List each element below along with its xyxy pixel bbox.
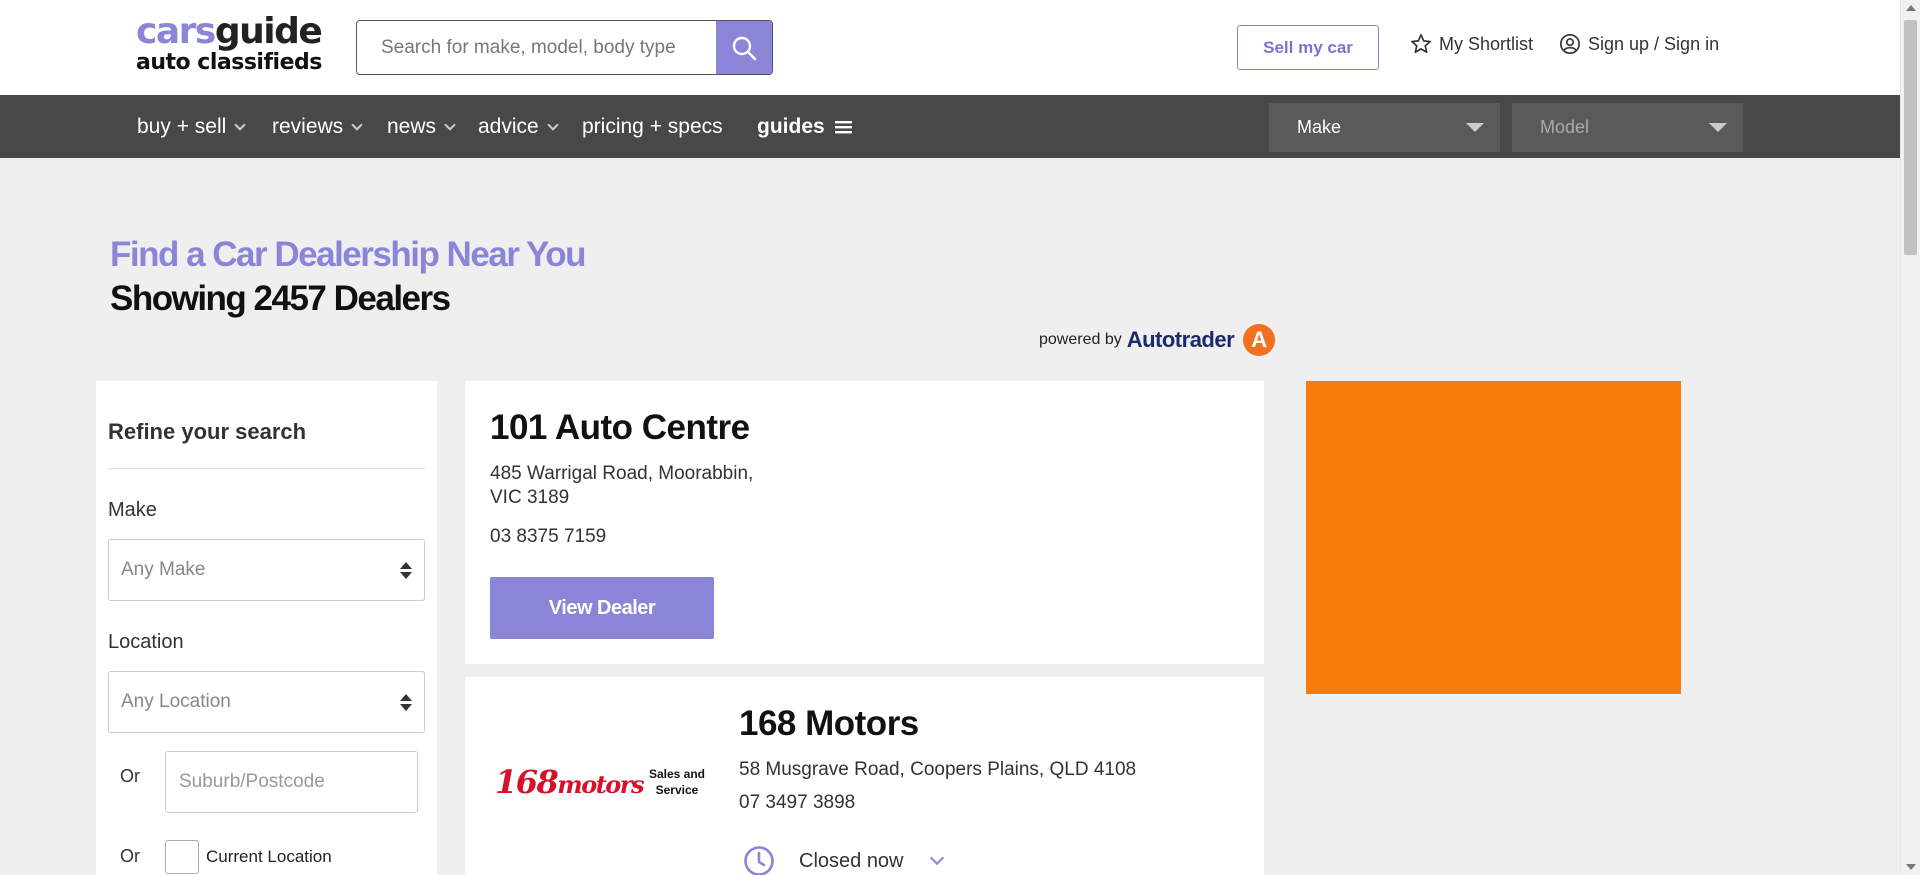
page-title: Find a Car Dealership Near You [110,235,586,274]
autotrader-brand: Autotrader [1126,327,1235,352]
search-input[interactable] [357,21,716,74]
nav-buy-sell[interactable]: buy + sell [137,95,246,158]
or-label: Or [120,846,140,866]
dealer-phone[interactable]: 07 3497 3898 [739,791,855,815]
chevron-down-icon [234,118,246,131]
my-shortlist-label: My Shortlist [1439,33,1534,54]
sell-my-car-button[interactable]: Sell my car [1237,25,1379,70]
menu-icon [834,120,852,133]
nav-news-label: news [387,114,437,138]
model-select[interactable]: Model [1512,103,1743,152]
nav-guides-label: guides [757,114,825,138]
dealer-logo-script: 168motors [495,763,644,801]
location-filter-label: Location [108,631,184,653]
main-nav: buy + sell reviews news advice pricing +… [0,95,1900,158]
dealer-name[interactable]: 101 Auto Centre [490,408,750,448]
nav-reviews-label: reviews [272,114,344,138]
chevron-down-icon [929,850,944,866]
scroll-up-icon[interactable] [1906,5,1916,11]
refine-search-panel: Refine your search Make Any Make Locatio… [96,381,437,875]
hours-status: Closed now [799,849,904,872]
search-bar [356,20,773,75]
view-dealer-button[interactable]: View Dealer [490,577,714,639]
page-scrollbar[interactable] [1900,0,1920,875]
logo-cars-text: cars [136,11,216,52]
dealer-logo-subtext: Sales and Service [649,766,705,798]
make-select[interactable]: Make [1269,103,1500,152]
dealer-address-line1: 485 Warrigal Road, Moorabbin, [490,463,754,484]
nav-guides[interactable]: guides [757,95,853,158]
search-icon [732,36,757,60]
sign-in-link[interactable]: Sign up / Sign in [1559,33,1719,55]
dealer-logo: 168motors Sales and Service [495,763,705,801]
logo-guide-text: guide [214,11,323,52]
nav-buy-sell-label: buy + sell [137,114,227,138]
chevron-down-icon [444,118,456,131]
dealer-address-line2: VIC 3189 [490,487,570,508]
current-location-label: Current Location [206,847,332,866]
powered-by-autotrader[interactable]: powered by Autotrader A [1039,324,1276,356]
dealer-logo-number: 168 [495,763,559,801]
nav-reviews[interactable]: reviews [272,95,363,158]
dropdown-arrow-icon [1709,123,1727,132]
or-label: Or [120,766,140,786]
make-filter-value: Any Make [121,559,206,580]
dropdown-arrow-icon [1466,123,1484,132]
dealer-address: 485 Warrigal Road, Moorabbin, VIC 3189 [490,462,753,510]
model-select-label: Model [1540,117,1590,137]
make-filter-label: Make [108,499,157,521]
current-location-checkbox[interactable] [165,840,199,874]
dealer-address: 58 Musgrave Road, Coopers Plains, QLD 41… [739,759,1137,780]
sign-in-label: Sign up / Sign in [1588,33,1720,54]
dealer-phone[interactable]: 03 8375 7159 [490,525,606,549]
dealer-name[interactable]: 168 Motors [739,704,919,744]
dealer-logo-word: motors [557,770,644,799]
chevron-down-icon [547,118,559,131]
logo-subtitle: auto classifieds [136,50,322,75]
star-icon [1411,34,1431,54]
dealer-logo-sub-1: Sales and [648,767,705,781]
nav-news[interactable]: news [387,95,456,158]
nav-advice-label: advice [478,114,539,138]
autotrader-logo-icon: A [1243,324,1276,356]
nav-pricing-specs[interactable]: pricing + specs [582,95,723,158]
nav-advice[interactable]: advice [478,95,559,158]
carsguide-logo[interactable]: carsguide auto classifieds [136,11,323,76]
dealer-card: 168motors Sales and Service 168 Motors 58… [465,677,1264,875]
dealer-card: 101 Auto Centre 485 Warrigal Road, Moora… [465,381,1264,664]
dealer-count-heading: Showing 2457 Dealers [110,279,451,318]
select-arrows-icon [400,694,412,711]
opening-hours-toggle[interactable]: Closed now [743,845,944,875]
site-header: carsguide auto classifieds Sell my car M… [0,0,1900,95]
refine-search-title: Refine your search [108,419,307,444]
divider [108,468,425,469]
suburb-postcode-input[interactable]: Suburb/Postcode [165,751,418,813]
location-filter-select[interactable]: Any Location [108,671,425,733]
scroll-down-icon[interactable] [1906,864,1916,870]
suburb-postcode-placeholder: Suburb/Postcode [179,771,325,792]
make-select-label: Make [1297,117,1342,137]
select-arrows-icon [400,562,412,579]
clock-icon [744,846,774,875]
search-button[interactable] [716,21,772,74]
advertisement[interactable] [1306,381,1681,694]
make-filter-select[interactable]: Any Make [108,539,425,601]
user-circle-icon [1560,34,1580,54]
scroll-thumb[interactable] [1904,20,1917,255]
powered-by-text: powered by [1039,331,1122,348]
location-filter-value: Any Location [121,691,231,712]
my-shortlist-link[interactable]: My Shortlist [1410,33,1533,55]
dealer-logo-sub-2: Service [655,783,699,797]
chevron-down-icon [351,118,363,131]
nav-pricing-specs-label: pricing + specs [582,114,723,138]
